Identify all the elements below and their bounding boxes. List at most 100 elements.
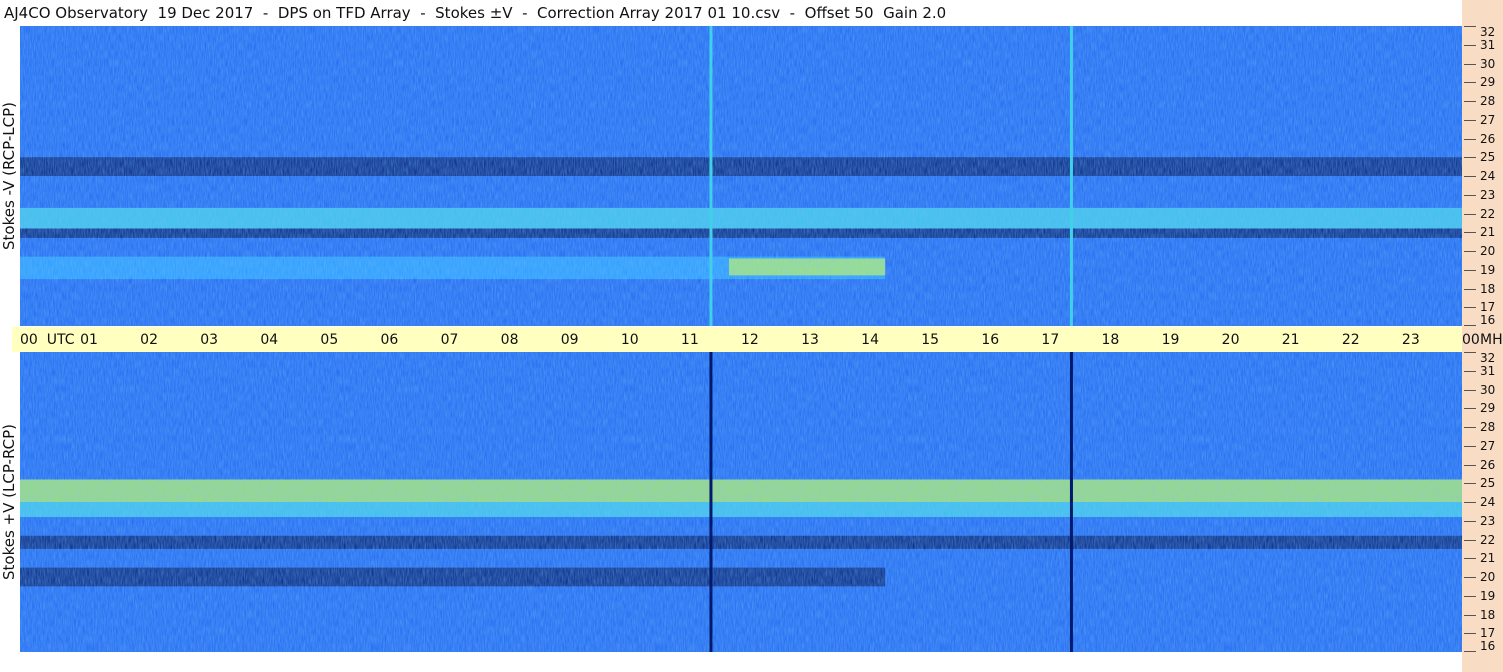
freq-tick bbox=[1464, 408, 1476, 410]
time-tick-label: 14 bbox=[861, 332, 879, 348]
freq-tick bbox=[1464, 577, 1476, 578]
freq-tick-label: 22 bbox=[1480, 206, 1496, 221]
time-tick-label: 21 bbox=[1281, 332, 1300, 348]
freq-tick bbox=[1464, 269, 1476, 271]
freq-tick-label: 18 bbox=[1480, 281, 1496, 296]
freq-tick bbox=[1464, 558, 1476, 560]
time-tick-label: 07 bbox=[440, 332, 459, 348]
time-tick-label: 18 bbox=[1101, 332, 1120, 348]
bottom-panel-label: Stokes +V (LCP-RCP) bbox=[0, 424, 18, 580]
time-tick-label: 02 bbox=[140, 332, 158, 348]
freq-tick-label: 26 bbox=[1480, 131, 1496, 146]
freq-tick-label: 29 bbox=[1480, 75, 1496, 90]
freq-tick bbox=[1464, 483, 1476, 485]
freq-tick bbox=[1464, 520, 1476, 522]
freq-tick-label: 26 bbox=[1480, 457, 1496, 472]
freq-tick bbox=[1464, 633, 1476, 635]
time-tick-label: 17 bbox=[1041, 332, 1060, 348]
time-tick-label: 20 bbox=[1221, 332, 1240, 348]
freq-tick-label: 20 bbox=[1480, 570, 1496, 584]
freq-tick bbox=[1464, 307, 1476, 309]
freq-tick-label: 24 bbox=[1480, 495, 1496, 509]
freq-tick-label: 18 bbox=[1480, 607, 1496, 622]
freq-tick-label: 31 bbox=[1480, 363, 1496, 378]
spectrogram-top-svg bbox=[20, 26, 1462, 326]
time-tick-label: 01 bbox=[80, 332, 98, 348]
time-axis-unit: MHz bbox=[1480, 332, 1503, 348]
freq-tick bbox=[1464, 176, 1476, 177]
time-tick-label: 22 bbox=[1341, 332, 1360, 348]
freq-tick-label: 16 bbox=[1480, 313, 1496, 327]
freq-tick bbox=[1464, 614, 1476, 616]
top-panel-label: Stokes -V (RCP-LCP) bbox=[0, 102, 18, 250]
freq-tick-label: 19 bbox=[1480, 588, 1496, 603]
freq-tick bbox=[1464, 651, 1476, 652]
freq-tick bbox=[1464, 502, 1476, 503]
spectrogram-bottom-svg bbox=[20, 352, 1462, 652]
freq-tick bbox=[1464, 138, 1476, 140]
freq-tick-label: 25 bbox=[1480, 150, 1496, 165]
freq-tick bbox=[1464, 595, 1476, 597]
freq-tick-label: 27 bbox=[1480, 112, 1496, 127]
spectrogram-bottom bbox=[20, 352, 1462, 652]
freq-tick-label: 28 bbox=[1480, 420, 1496, 434]
time-tick-label: 09 bbox=[560, 332, 579, 348]
freq-tick bbox=[1464, 370, 1476, 372]
freq-tick bbox=[1464, 251, 1476, 252]
freq-tick bbox=[1464, 325, 1476, 326]
time-tick-label: 19 bbox=[1161, 332, 1180, 348]
time-tick-label: 00 UTC bbox=[20, 332, 75, 348]
freq-tick bbox=[1464, 232, 1476, 234]
freq-tick bbox=[1464, 445, 1476, 447]
freq-tick bbox=[1464, 101, 1476, 102]
freq-tick-label: 21 bbox=[1480, 225, 1496, 240]
freq-tick-label: 24 bbox=[1480, 169, 1496, 183]
freq-tick bbox=[1464, 63, 1476, 65]
time-tick-label: 00 bbox=[1462, 332, 1480, 348]
time-tick-label: 06 bbox=[380, 332, 399, 348]
freq-tick bbox=[1464, 389, 1476, 391]
time-tick-label: 16 bbox=[981, 332, 1000, 348]
freq-tick-label: 19 bbox=[1480, 262, 1496, 277]
time-tick-label: 13 bbox=[801, 332, 819, 348]
freq-tick-label: 32 bbox=[1480, 25, 1496, 39]
heatmap-noise bbox=[20, 26, 1462, 326]
freq-tick-label: 30 bbox=[1480, 56, 1496, 71]
freq-tick-label: 30 bbox=[1480, 382, 1496, 397]
time-tick-label: 03 bbox=[200, 332, 219, 348]
frequency-axis-top: 32 31 30 29 28 27 26 25 24 23 22 21 20 19 18 17 16 bbox=[1462, 26, 1503, 326]
freq-tick bbox=[1464, 464, 1476, 466]
freq-tick-label: 23 bbox=[1480, 513, 1496, 528]
freq-tick bbox=[1464, 288, 1476, 290]
freq-tick-label: 23 bbox=[1480, 187, 1496, 202]
freq-tick bbox=[1464, 157, 1476, 159]
time-axis: 00 UTC 01 02 03 04 05 06 07 08 09 10 11 12 13 14 15 16 17… bbox=[12, 327, 1503, 352]
frequency-axis-bottom: 32 31 30 29 28 27 26 25 24 23 22 21 20 19 18 17 16 bbox=[1462, 352, 1503, 652]
freq-tick-label: 28 bbox=[1480, 94, 1496, 108]
freq-tick bbox=[1464, 44, 1476, 46]
time-tick-label: 11 bbox=[680, 332, 699, 348]
freq-tick-label: 17 bbox=[1480, 300, 1496, 315]
freq-tick bbox=[1464, 539, 1476, 541]
freq-tick-label: 29 bbox=[1480, 401, 1496, 416]
time-tick-label: 23 bbox=[1401, 332, 1420, 348]
freq-tick-label: 25 bbox=[1480, 476, 1496, 491]
freq-tick bbox=[1464, 427, 1476, 428]
time-tick-label: 08 bbox=[500, 332, 519, 348]
freq-tick bbox=[1464, 194, 1476, 196]
time-tick-label: 04 bbox=[260, 332, 279, 348]
time-tick-label: 10 bbox=[620, 332, 639, 348]
page-title: AJ4CO Observatory 19 Dec 2017 - DPS on T… bbox=[4, 4, 947, 22]
freq-tick-label: 20 bbox=[1480, 244, 1496, 258]
freq-tick-label: 17 bbox=[1480, 626, 1496, 641]
freq-tick bbox=[1464, 119, 1476, 121]
freq-tick-label: 21 bbox=[1480, 551, 1496, 566]
freq-tick-label: 22 bbox=[1480, 532, 1496, 547]
heatmap-noise bbox=[20, 352, 1462, 652]
time-tick-label: 05 bbox=[320, 332, 339, 348]
freq-tick bbox=[1464, 26, 1476, 27]
time-tick-label: 12 bbox=[741, 332, 759, 348]
spectrogram-top bbox=[20, 26, 1462, 326]
freq-tick bbox=[1464, 82, 1476, 84]
freq-tick-label: 27 bbox=[1480, 438, 1496, 453]
